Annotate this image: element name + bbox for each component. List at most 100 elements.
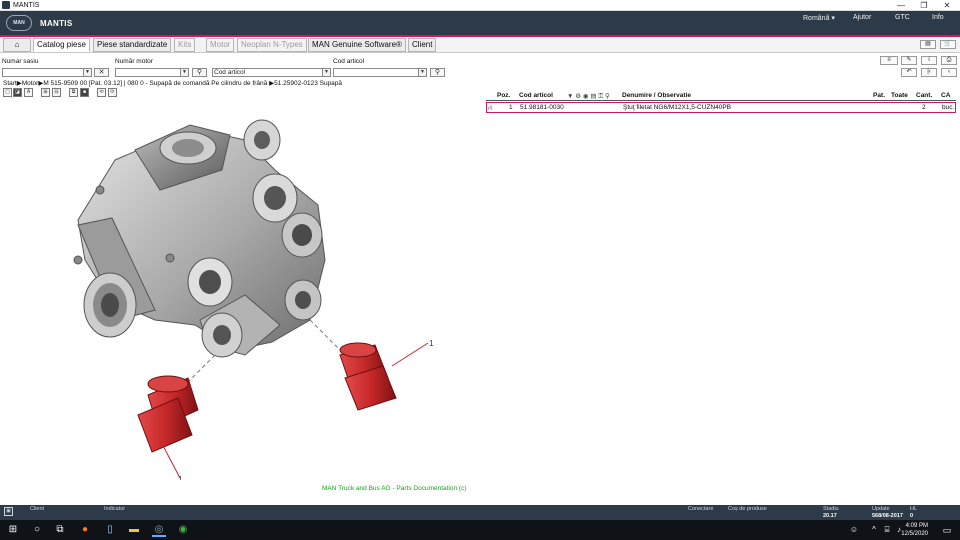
callout-left[interactable]: 1	[178, 475, 183, 480]
callout-line-left	[159, 439, 181, 479]
article-type-select[interactable]: Cod articol	[212, 68, 324, 77]
window-icon-2[interactable]: ■	[80, 88, 89, 97]
article-type-dropdown-icon[interactable]: ▼	[322, 68, 331, 77]
list-icon[interactable]: ≡	[880, 56, 898, 65]
row-unit: buc.	[942, 104, 955, 111]
copyright-text: MAN Truck and Bus AG - Parts Documentati…	[322, 485, 467, 492]
engine-label: Număr motor	[115, 58, 153, 65]
connection-label: Conectare	[688, 506, 714, 512]
update-value: 568/08-2017	[872, 513, 903, 519]
man-logo: MAN	[6, 15, 32, 31]
parts-table-header: Poz. Cod articol ▼ ⚙ ◉ ▤ ⚿ ⚲ Denumire / …	[486, 91, 956, 101]
callout-line-right	[391, 342, 429, 367]
app-icon	[2, 1, 10, 9]
firefox-icon[interactable]: ●	[78, 523, 92, 537]
engine-search-icon[interactable]: ⚲	[192, 68, 207, 77]
breadcrumb: Start▶Motor▶M 515-9509 00 [Pat. 03.12] |…	[3, 80, 343, 87]
search-icon[interactable]: ○	[30, 523, 44, 537]
status-icon[interactable]: ▣	[4, 507, 13, 516]
view-icon-3[interactable]: A	[24, 88, 33, 97]
window-icon-1[interactable]: ⧉	[69, 88, 78, 97]
task-view-icon[interactable]: ⧉	[53, 523, 67, 537]
article-search-icon[interactable]: ⚲	[430, 68, 445, 77]
view-icon-2[interactable]: ◪	[13, 88, 22, 97]
maximize-button[interactable]: ❐	[913, 0, 935, 11]
exploded-drawing[interactable]: 1 1	[40, 110, 480, 480]
system-clock[interactable]: 4:09 PM 12/5/2020	[901, 522, 928, 538]
hl-label: HL	[910, 506, 918, 512]
client-label: Client	[30, 506, 45, 512]
first-icon[interactable]: |‹	[921, 68, 937, 77]
stadiu-value: 20.17	[823, 513, 837, 519]
article-dropdown-icon[interactable]: ▼	[418, 68, 427, 77]
row-name: Ştuţ filetat NG6/M12X1,5-CUZN40PB	[623, 104, 732, 111]
gtc-menu[interactable]: GTC	[895, 14, 910, 21]
cart-label: Coș de produse	[728, 506, 767, 512]
app-name: MANTIS	[40, 19, 73, 28]
chrome-icon[interactable]: ◉	[176, 523, 190, 537]
minimize-button[interactable]: —	[890, 0, 912, 11]
col-unit: CA	[941, 92, 951, 99]
window-title: MANTIS	[13, 1, 40, 9]
col-code: Cod articol	[519, 92, 553, 99]
indicator-label: Indicator	[104, 506, 126, 512]
col-pos: Poz.	[497, 92, 511, 99]
back-icon[interactable]: ↶	[901, 68, 917, 77]
stadiu-label: Stadiu	[823, 506, 839, 512]
valve-body	[73, 119, 326, 358]
clock-date: 12/5/2020	[901, 531, 928, 537]
notifications-icon[interactable]: ▭	[940, 523, 954, 537]
window-titlebar: MANTIS — ❐ ✕	[0, 0, 960, 11]
chassis-dropdown-icon[interactable]: ▼	[83, 68, 92, 77]
language-menu[interactable]: Română ▾	[803, 14, 835, 22]
file-explorer-icon[interactable]: ▬	[127, 523, 141, 537]
help-menu[interactable]: Ajutor	[853, 14, 871, 21]
col-name: Denumire / Observatie	[622, 92, 691, 99]
tab-home[interactable]: ⌂	[3, 38, 31, 52]
update-label: Update	[872, 506, 890, 512]
callout-right[interactable]: 1	[429, 339, 434, 348]
zoom-icon-1[interactable]: ⊞	[41, 88, 50, 97]
view-icon-1[interactable]: ▢	[3, 88, 12, 97]
row-code[interactable]: 51.98181-0030	[520, 104, 564, 111]
chassis-input[interactable]	[2, 68, 84, 77]
engine-input[interactable]	[115, 68, 181, 77]
chassis-label: Numar sasiu	[2, 58, 39, 65]
tab-catalog-piese[interactable]: Catalog piese	[33, 38, 90, 52]
tab-motor[interactable]: Motor	[206, 38, 235, 52]
cart-icon[interactable]: 🛒	[940, 40, 956, 49]
filter-icons[interactable]: ▼ ⚙ ◉ ▤ ⚿ ⚲	[567, 92, 610, 101]
rotate-icon-1[interactable]: ⟲	[97, 88, 106, 97]
zoom-icon-2[interactable]: ⊟	[52, 88, 61, 97]
fitting-left[interactable]	[137, 375, 199, 453]
col-all: Toate	[891, 92, 908, 99]
info-menu[interactable]: Info	[932, 14, 944, 21]
man-parts-icon[interactable]: ▤	[920, 40, 936, 49]
tab-client[interactable]: Client	[408, 38, 437, 52]
main-tabs: ⌂ Catalog piese Piese standardizate Kits…	[0, 37, 960, 53]
tab-neoplan[interactable]: Neoplan N-Types	[237, 38, 307, 52]
status-bar: ▣ Client Indicator Conectare Coș de prod…	[0, 505, 960, 520]
info-icon[interactable]: i	[921, 56, 937, 65]
clear-button[interactable]: ✕	[94, 68, 109, 77]
hl-value: 0	[910, 513, 914, 519]
row-qty: 2	[922, 104, 926, 111]
table-row[interactable]: ⛙ 1 51.98181-0030 Ştuţ filetat NG6/M12X1…	[486, 102, 956, 113]
prev-icon[interactable]: ‹	[941, 68, 957, 77]
close-button[interactable]: ✕	[936, 0, 958, 11]
pin-icon[interactable]: ✎	[901, 56, 917, 65]
article-input[interactable]	[333, 68, 419, 77]
col-qty: Cant.	[916, 92, 933, 99]
tab-piese-standardizate[interactable]: Piese standardizate	[93, 38, 172, 52]
fitting-right[interactable]	[339, 342, 397, 411]
mantis-taskbar-icon[interactable]: ◎	[152, 523, 166, 537]
tray-chevron-icon[interactable]: ^	[867, 523, 881, 537]
notepad-icon[interactable]: ▯	[103, 523, 117, 537]
engine-dropdown-icon[interactable]: ▼	[180, 68, 189, 77]
print-icon[interactable]: ⎙	[941, 56, 957, 65]
tab-man-genuine-software[interactable]: MAN Genuine Software®	[308, 38, 406, 52]
rotate-icon-2[interactable]: ⟳	[108, 88, 117, 97]
windows-start-icon[interactable]: ⊞	[6, 523, 20, 537]
tab-kits[interactable]: Kits	[174, 38, 196, 52]
people-icon[interactable]: ☺	[847, 523, 861, 537]
